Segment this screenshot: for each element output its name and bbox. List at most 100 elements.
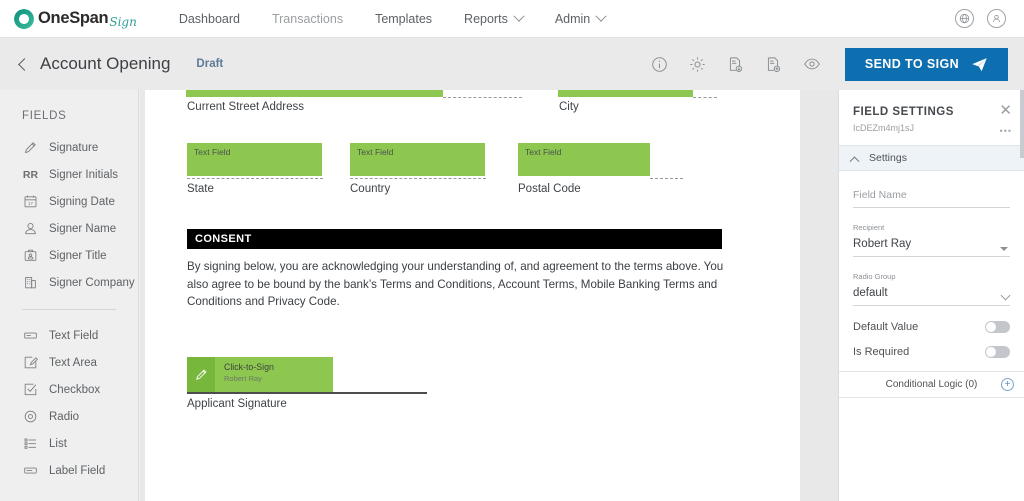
sidebar-item-signer-company[interactable]: Signer Company — [22, 269, 138, 296]
document-add-icon[interactable] — [761, 51, 787, 77]
label-field-icon — [22, 462, 39, 479]
document-field-postal-code[interactable]: Text Field — [518, 143, 650, 176]
signature-underline — [187, 392, 427, 394]
is-required-toggle[interactable] — [985, 346, 1010, 358]
chevron-down-icon — [596, 10, 607, 21]
preview-eye-icon[interactable] — [799, 51, 825, 77]
document-field-signature[interactable]: Click-to-Sign Robert Ray — [187, 357, 333, 392]
nav-item-admin[interactable]: Admin — [539, 12, 621, 26]
field-underline — [693, 97, 717, 98]
signature-field-signer: Robert Ray — [224, 374, 274, 383]
sidebar-item-list[interactable]: List — [22, 430, 138, 457]
signature-field-title: Click-to-Sign — [224, 362, 274, 372]
user-account-icon[interactable] — [987, 9, 1006, 28]
pen-icon — [187, 357, 215, 392]
default-value-toggle[interactable] — [985, 321, 1010, 333]
nav-item-templates[interactable]: Templates — [359, 12, 448, 26]
nav-label: Transactions — [272, 12, 343, 26]
close-icon[interactable]: ✕ — [999, 103, 1012, 118]
field-placeholder: Text Field — [194, 147, 230, 157]
sidebar-item-signer-initials[interactable]: RR Signer Initials — [22, 161, 138, 188]
consent-section-heading: CONSENT — [187, 229, 722, 249]
radio-group-value: default — [853, 287, 888, 299]
document-page: Current Street Address City Text Field S… — [145, 90, 800, 501]
document-label-city: City — [559, 101, 579, 113]
sidebar-item-checkbox[interactable]: Checkbox — [22, 376, 138, 403]
panel-scrollbar[interactable] — [1020, 90, 1024, 158]
field-settings-body: Field Name Recipient Robert Ray Radio Gr… — [839, 171, 1024, 358]
document-download-icon[interactable] — [723, 51, 749, 77]
document-field-street-address[interactable] — [186, 90, 443, 97]
sidebar-item-signer-name[interactable]: Signer Name — [22, 215, 138, 242]
text-field-icon — [22, 327, 39, 344]
id-badge-icon — [22, 247, 39, 264]
field-settings-title: FIELD SETTINGS — [853, 106, 1010, 118]
globe-icon[interactable] — [955, 9, 974, 28]
sidebar-item-signer-title[interactable]: Signer Title — [22, 242, 138, 269]
nav-item-dashboard[interactable]: Dashboard — [163, 12, 256, 26]
document-field-country[interactable]: Text Field — [350, 143, 485, 176]
sidebar-item-text-area[interactable]: Text Area — [22, 349, 138, 376]
field-settings-panel: FIELD SETTINGS IcDEZm4mj1sJ ✕ ••• Settin… — [838, 90, 1024, 501]
sidebar-item-label: Text Field — [49, 330, 98, 342]
chevron-up-icon — [850, 156, 860, 166]
document-label-applicant-signature: Applicant Signature — [187, 398, 287, 410]
svg-text:17: 17 — [28, 201, 34, 206]
building-icon — [22, 274, 39, 291]
conditional-logic-row[interactable]: Conditional Logic (0) + — [839, 371, 1024, 398]
add-conditional-logic-icon[interactable]: + — [1001, 378, 1014, 391]
send-to-sign-button[interactable]: SEND TO SIGN — [845, 48, 1008, 81]
sidebar-item-label-field[interactable]: Label Field — [22, 457, 138, 484]
settings-section-label: Settings — [869, 152, 907, 164]
settings-section-toggle[interactable]: Settings — [839, 145, 1024, 171]
sidebar-item-label: Radio — [49, 411, 79, 423]
nav-item-transactions[interactable]: Transactions — [256, 12, 359, 26]
document-canvas[interactable]: Current Street Address City Text Field S… — [140, 90, 838, 501]
sidebar-item-label: Signing Date — [49, 196, 115, 208]
field-underline — [350, 178, 486, 179]
onespan-sign-logo[interactable]: OneSpan Sign — [14, 9, 137, 29]
recipient-label: Recipient — [853, 223, 1010, 232]
field-underline — [187, 178, 323, 179]
sidebar-item-text-field[interactable]: Text Field — [22, 322, 138, 349]
document-field-city[interactable] — [558, 90, 693, 97]
app-root: OneSpan Sign Dashboard Transactions Temp… — [0, 0, 1024, 501]
sidebar-item-label: Text Area — [49, 357, 97, 369]
conditional-logic-label: Conditional Logic (0) — [886, 379, 978, 390]
chevron-down-icon — [513, 10, 524, 21]
sidebar-item-label: Label Field — [49, 465, 105, 477]
checkbox-icon — [22, 381, 39, 398]
sidebar-item-label: Signer Name — [49, 223, 116, 235]
document-label-street-address: Current Street Address — [187, 101, 304, 113]
settings-gear-icon[interactable] — [685, 51, 711, 77]
document-field-state[interactable]: Text Field — [187, 143, 322, 176]
field-name-group: Field Name — [853, 185, 1010, 208]
field-name-placeholder: Field Name — [853, 189, 907, 201]
nav-item-reports[interactable]: Reports — [448, 12, 539, 26]
caret-down-icon — [1000, 247, 1008, 251]
more-options-icon[interactable]: ••• — [1000, 126, 1012, 136]
signature-field-text: Click-to-Sign Robert Ray — [215, 357, 274, 392]
document-header-bar: Account Opening Draft — [0, 38, 1024, 90]
paper-plane-icon — [971, 56, 988, 73]
recipient-select[interactable]: Robert Ray — [853, 234, 1010, 257]
field-placeholder: Text Field — [357, 147, 393, 157]
recipient-value: Robert Ray — [853, 238, 911, 250]
send-to-sign-label: SEND TO SIGN — [865, 57, 959, 71]
field-placeholder: Text Field — [525, 147, 561, 157]
brand-name: OneSpan — [38, 9, 108, 28]
back-button[interactable] — [18, 58, 31, 71]
sidebar-item-signing-date[interactable]: 17 Signing Date — [22, 188, 138, 215]
consent-body-text: By signing below, you are acknowledging … — [187, 258, 727, 311]
recipient-group: Recipient Robert Ray — [853, 223, 1010, 257]
fields-sidebar: FIELDS Signature RR Signer Initials 17 S… — [0, 90, 139, 501]
radio-group-label: Radio Group — [853, 272, 1010, 281]
document-toolbar: SEND TO SIGN — [641, 48, 1008, 81]
sidebar-item-signature[interactable]: Signature — [22, 134, 138, 161]
radio-group-select[interactable]: default — [853, 283, 1010, 306]
info-icon[interactable] — [647, 51, 673, 77]
is-required-label: Is Required — [853, 346, 909, 358]
nav-links: Dashboard Transactions Templates Reports… — [163, 12, 621, 26]
sidebar-item-radio[interactable]: Radio — [22, 403, 138, 430]
field-name-input[interactable]: Field Name — [853, 185, 1010, 208]
